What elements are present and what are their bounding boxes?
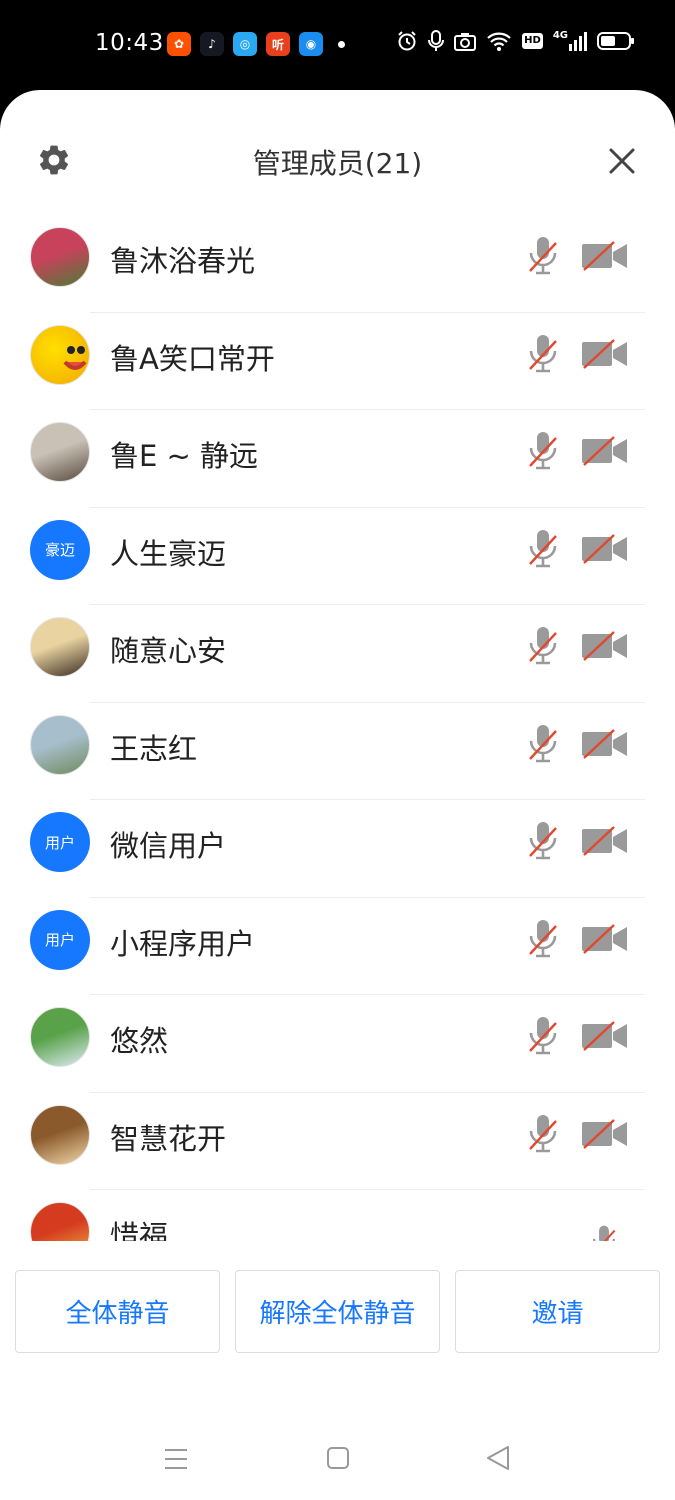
avatar <box>30 422 90 482</box>
mic-muted-icon[interactable] <box>526 333 560 375</box>
system-nav-bar <box>0 1430 675 1490</box>
camera-off-icon[interactable] <box>580 337 630 371</box>
hd-badge: HD <box>522 33 543 49</box>
member-row[interactable]: 智慧花开 <box>0 1093 675 1190</box>
ting-icon: 听 <box>266 32 290 56</box>
mic-muted-icon[interactable] <box>526 235 560 277</box>
recent-apps-icon[interactable] <box>163 1446 189 1472</box>
page-title: 管理成员(21) <box>252 147 423 180</box>
camera-off-icon[interactable] <box>580 239 630 273</box>
mic-muted-icon[interactable] <box>526 625 560 667</box>
camera-off-icon[interactable] <box>580 532 630 566</box>
status-system-icons: HD 4G <box>396 30 635 52</box>
status-app-icons: ✿ ♪ ◎ 听 ◉ <box>167 32 345 56</box>
mic-muted-icon[interactable] <box>526 918 560 960</box>
mic-muted-icon[interactable] <box>590 1224 618 1241</box>
close-icon[interactable] <box>607 146 637 176</box>
camera-status-icon <box>454 33 477 51</box>
avatar: 豪迈 <box>30 519 90 580</box>
member-name: 人生豪迈 <box>110 536 227 571</box>
mic-muted-icon[interactable] <box>526 430 560 472</box>
member-name: 随意心安 <box>110 634 227 668</box>
status-bar: 10:43 ✿ ♪ ◎ 听 ◉ HD 4G <box>0 0 675 90</box>
avatar <box>30 617 90 677</box>
camera-off-icon[interactable] <box>580 629 630 663</box>
member-name: 智慧花开 <box>110 1121 227 1156</box>
more-notifications-dot <box>338 40 345 48</box>
member-name: 王志红 <box>110 731 198 766</box>
member-row[interactable]: 豪迈 人生豪迈 <box>0 508 675 605</box>
avatar <box>30 1007 90 1067</box>
app-bubble-icon: ◎ <box>233 32 257 56</box>
action-bar: 全体静音 解除全体静音 邀请 <box>0 1270 675 1355</box>
member-row[interactable]: 随意心安 <box>0 605 675 703</box>
kuaishou-icon: ✿ <box>167 32 191 56</box>
avatar <box>30 1104 90 1165</box>
avatar <box>30 1202 90 1241</box>
member-name: 小程序用户 <box>110 926 256 961</box>
wifi-icon <box>487 32 511 51</box>
mic-muted-icon[interactable] <box>526 1113 560 1155</box>
member-name: 鲁E ~ 静远 <box>110 439 259 473</box>
mic-muted-icon[interactable] <box>526 723 560 765</box>
member-row[interactable]: 惜福 <box>0 1190 675 1241</box>
mic-muted-icon[interactable] <box>526 1015 560 1057</box>
mic-muted-icon[interactable] <box>526 528 560 570</box>
member-row[interactable]: 悠然 <box>0 995 675 1093</box>
app-circle-icon: ◉ <box>299 32 323 56</box>
member-name: 惜福 <box>110 1219 169 1241</box>
manage-members-panel: 管理成员(21) 鲁沐浴春光 鲁A笑口常开 鲁E ~ 静远 豪迈 人生豪迈 随意 <box>0 90 675 1500</box>
avatar <box>30 714 90 775</box>
battery-icon <box>597 32 634 50</box>
avatar <box>30 324 90 385</box>
member-row[interactable]: 王志红 <box>0 703 675 800</box>
camera-off-icon[interactable] <box>580 434 630 468</box>
member-list[interactable]: 鲁沐浴春光 鲁A笑口常开 鲁E ~ 静远 豪迈 人生豪迈 随意心安 王志红 用户… <box>0 215 675 1241</box>
home-icon[interactable] <box>326 1446 350 1470</box>
microphone-status-icon <box>428 30 445 51</box>
member-name: 鲁沐浴春光 <box>110 244 256 278</box>
avatar <box>30 227 90 287</box>
member-row[interactable]: 用户 小程序用户 <box>0 898 675 995</box>
status-time: 10:43 <box>95 30 164 56</box>
panel-header: 管理成员(21) <box>0 90 675 215</box>
camera-off-icon[interactable] <box>580 1117 630 1151</box>
member-name: 微信用户 <box>110 829 227 863</box>
member-row[interactable]: 鲁沐浴春光 <box>0 215 675 313</box>
avatar: 用户 <box>30 812 90 872</box>
camera-off-icon[interactable] <box>580 922 630 956</box>
member-row[interactable]: 用户 微信用户 <box>0 800 675 898</box>
invite-button[interactable]: 邀请 <box>455 1270 660 1353</box>
avatar: 用户 <box>30 909 90 970</box>
member-row[interactable]: 鲁E ~ 静远 <box>0 410 675 508</box>
mute-all-button[interactable]: 全体静音 <box>15 1270 220 1353</box>
mic-muted-icon[interactable] <box>526 820 560 862</box>
camera-off-icon[interactable] <box>580 727 630 761</box>
camera-off-icon[interactable] <box>580 1019 630 1053</box>
member-row[interactable]: 鲁A笑口常开 <box>0 313 675 410</box>
alarm-icon <box>398 31 416 51</box>
unmute-all-button[interactable]: 解除全体静音 <box>235 1270 440 1353</box>
back-icon[interactable] <box>485 1444 511 1472</box>
douyin-icon: ♪ <box>200 32 224 56</box>
member-name: 悠然 <box>110 1024 169 1058</box>
signal-icon: 4G <box>553 31 587 51</box>
camera-off-icon[interactable] <box>580 824 630 858</box>
member-name: 鲁A笑口常开 <box>110 341 275 376</box>
